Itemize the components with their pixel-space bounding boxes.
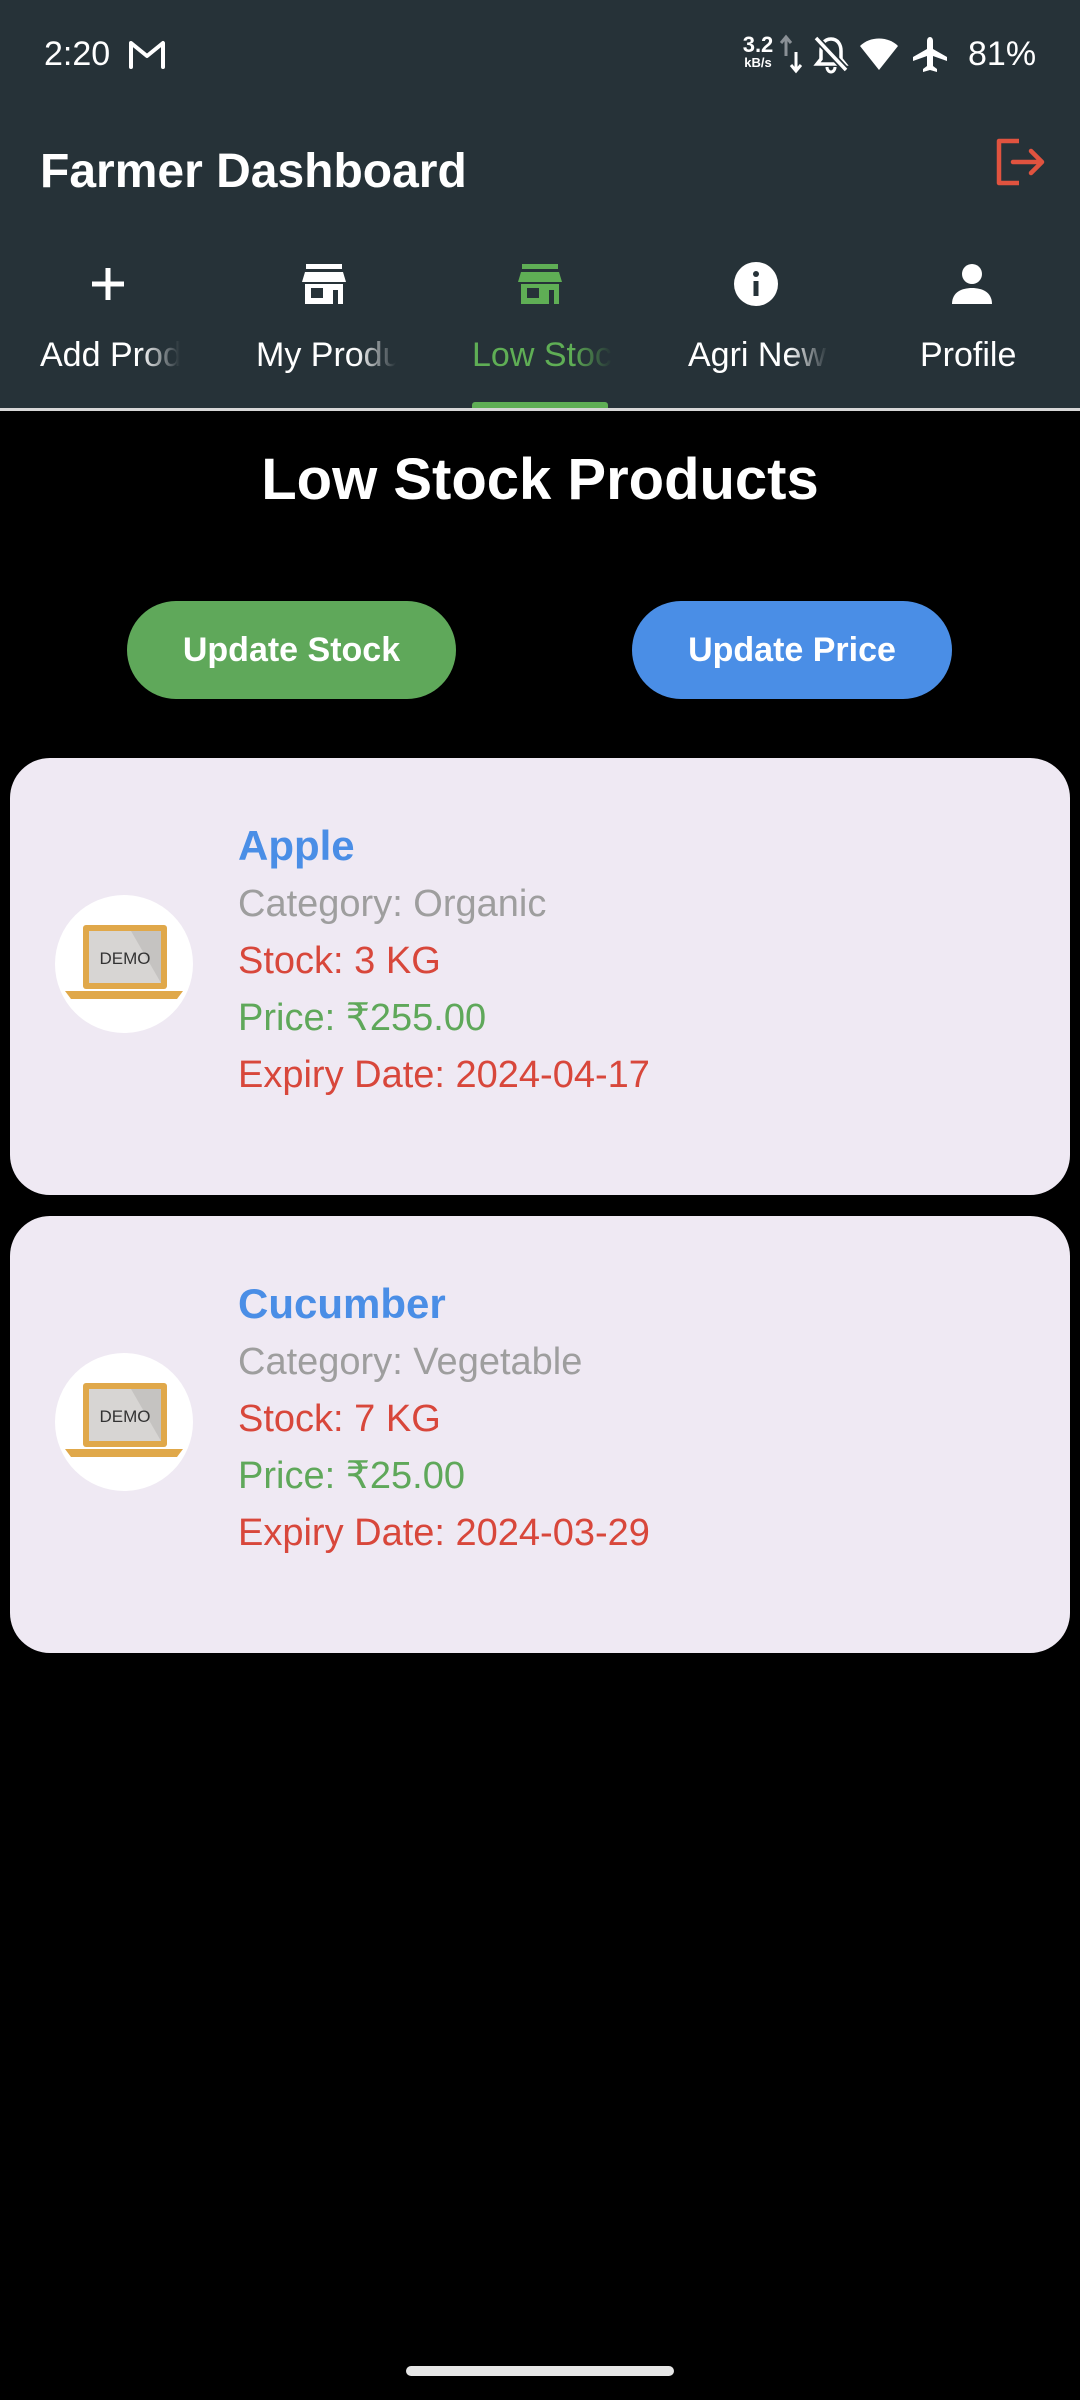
demo-text: DEMO: [100, 949, 151, 968]
plus-icon: [84, 260, 132, 308]
update-stock-button[interactable]: Update Stock: [127, 601, 456, 699]
product-details: Apple Category: Organic Stock: 3 KG Pric…: [238, 818, 650, 1104]
tab-label: Low Stock: [472, 336, 612, 374]
home-indicator[interactable]: [406, 2366, 674, 2376]
store-icon: [300, 260, 348, 308]
person-icon: [948, 260, 996, 308]
wifi-icon: [860, 38, 898, 70]
product-price: Price: ₹25.00: [238, 1455, 465, 1497]
product-category: Category: Vegetable: [238, 1341, 583, 1383]
data-arrows-icon: [780, 34, 802, 74]
tab-label: My Products: [256, 336, 396, 374]
status-bar: 2:20 3.2 kB/s 81%: [0, 0, 1080, 110]
network-speed-value: 3.2: [742, 32, 774, 57]
product-expiry: Expiry Date: 2024-03-29: [238, 1512, 650, 1554]
network-speed: 3.2 kB/s: [738, 34, 778, 70]
airplane-icon: [913, 37, 947, 72]
page-title: Low Stock Products: [261, 447, 819, 512]
product-card[interactable]: DEMO Apple Category: Organic Stock: 3 KG…: [10, 758, 1070, 1195]
tab-label: Profile: [920, 336, 1017, 374]
product-price: Price: ₹255.00: [238, 997, 487, 1039]
laptop-demo-image: DEMO: [65, 1383, 183, 1457]
network-speed-unit: kB/s: [744, 55, 772, 70]
tab-low-stock[interactable]: Low Stock: [432, 250, 648, 408]
tab-my-products[interactable]: My Products: [216, 250, 432, 408]
tab-profile[interactable]: Profile: [864, 250, 1080, 408]
demo-text: DEMO: [100, 1407, 151, 1426]
tab-agri-news[interactable]: Agri News: [648, 250, 864, 408]
divider: [0, 408, 1080, 411]
battery-level: 81%: [968, 35, 1037, 73]
app-bar: Farmer Dashboard Add Product My Products: [0, 110, 1080, 411]
product-stock: Stock: 3 KG: [238, 940, 441, 982]
tab-add-product[interactable]: Add Product: [0, 250, 216, 408]
product-stock: Stock: 7 KG: [238, 1398, 441, 1440]
tab-bar: Add Product My Products Low Stock: [0, 250, 1080, 408]
info-icon: [732, 260, 780, 308]
product-details: Cucumber Category: Vegetable Stock: 7 KG…: [238, 1276, 650, 1562]
logout-icon: [996, 138, 1045, 186]
laptop-demo-image: DEMO: [65, 925, 183, 999]
product-image: DEMO: [55, 1353, 193, 1491]
update-price-button[interactable]: Update Price: [632, 601, 952, 699]
app-title: Farmer Dashboard: [40, 145, 467, 198]
gmail-icon: [129, 41, 165, 69]
status-time: 2:20: [44, 35, 111, 73]
product-expiry: Expiry Date: 2024-04-17: [238, 1054, 650, 1096]
product-name: Apple: [238, 822, 355, 869]
logout-button[interactable]: [990, 132, 1050, 192]
product-image: DEMO: [55, 895, 193, 1033]
product-card[interactable]: DEMO Cucumber Category: Vegetable Stock:…: [10, 1216, 1070, 1653]
product-name: Cucumber: [238, 1280, 446, 1327]
product-category: Category: Organic: [238, 883, 547, 925]
tab-label: Agri News: [688, 336, 828, 374]
bell-off-icon: [813, 35, 849, 74]
tab-label: Add Product: [40, 336, 180, 374]
store-icon: [516, 260, 564, 308]
